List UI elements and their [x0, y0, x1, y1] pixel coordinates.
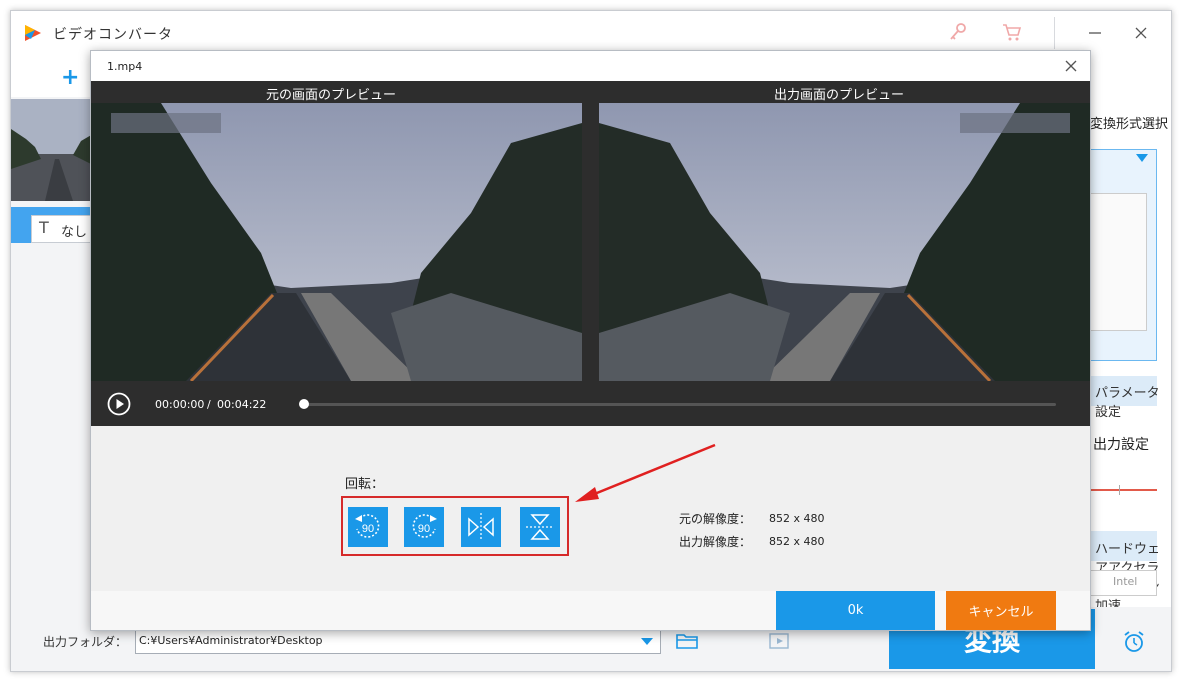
param-settings-label: パラメータ設定	[1095, 386, 1160, 420]
original-preview-label: 元の画面のプレビュー	[266, 88, 397, 103]
slider-tick	[1119, 485, 1120, 495]
format-preview	[1089, 193, 1147, 331]
chevron-down-icon[interactable]	[641, 638, 653, 645]
cancel-button[interactable]: キャンセル	[946, 591, 1056, 630]
original-resolution-label: 元の解像度：	[679, 512, 752, 526]
play-icon[interactable]	[107, 392, 131, 416]
output-preview-label: 出力画面のプレビュー	[774, 88, 905, 103]
minimize-icon[interactable]	[1083, 21, 1107, 45]
output-resolution-label: 出力解像度：	[679, 535, 752, 549]
rotate-right-90-icon: 90	[412, 514, 437, 538]
annotation-arrow-icon	[575, 443, 716, 502]
output-resolution-value: 852 x 480	[769, 535, 825, 548]
dialog-footer	[91, 591, 1090, 630]
flip-vertical-button[interactable]	[520, 507, 560, 547]
flip-vertical-icon	[526, 514, 554, 540]
subtitle-value: なし	[61, 225, 88, 240]
time-total: 00:04:22	[217, 398, 267, 411]
rotate-left-90-text: 90	[362, 523, 374, 535]
rotate-right-90-text: 90	[418, 523, 430, 535]
add-file-button[interactable]: +	[61, 65, 79, 90]
original-preview-image	[91, 103, 582, 381]
dialog-title: 1.mp4	[107, 60, 143, 73]
flip-horizontal-button[interactable]	[461, 507, 501, 547]
intel-label: Intel	[1113, 575, 1138, 588]
output-settings-label: 出力設定	[1093, 437, 1149, 453]
original-resolution-value: 852 x 480	[769, 512, 825, 525]
chevron-down-icon[interactable]	[1136, 154, 1148, 162]
output-preview-image	[599, 103, 1090, 381]
output-folder-label: 出力フォルダ：	[43, 635, 128, 649]
close-icon[interactable]	[1063, 58, 1079, 74]
time-current: 00:00:00	[155, 398, 205, 411]
seek-handle[interactable]	[299, 399, 309, 409]
ok-button[interactable]: 0k	[776, 591, 935, 630]
rotate-dialog: 1.mp4 元の画面のプレビュー 出力画面のプレビュー 00:00:00 / 0…	[90, 50, 1091, 631]
time-separator: /	[207, 398, 211, 411]
seek-bar[interactable]	[303, 403, 1056, 406]
folder-icon[interactable]	[675, 631, 699, 651]
format-select-label: 変換形式選択	[1090, 117, 1169, 132]
rotate-label: 回転：	[345, 477, 385, 492]
alarm-clock-icon[interactable]	[1121, 629, 1147, 655]
app-title: ビデオコンバータ	[53, 27, 173, 43]
video-thumbnail[interactable]	[11, 99, 93, 201]
quality-slider[interactable]	[1089, 489, 1157, 491]
rotate-left-90-icon: 90	[355, 514, 380, 538]
dialog-title-bar	[91, 51, 1090, 81]
rotate-left-button[interactable]: 90	[348, 507, 388, 547]
flip-horizontal-icon	[468, 513, 494, 541]
app-logo-icon	[25, 25, 41, 41]
title-divider	[1054, 17, 1055, 49]
text-icon: T	[39, 218, 49, 237]
film-icon[interactable]	[767, 631, 791, 651]
cart-icon[interactable]	[1001, 21, 1023, 43]
key-icon[interactable]	[947, 21, 969, 43]
rotate-right-button[interactable]: 90	[404, 507, 444, 547]
output-folder-value: C:¥Users¥Administrator¥Desktop	[139, 634, 323, 647]
close-icon[interactable]	[1129, 21, 1153, 45]
